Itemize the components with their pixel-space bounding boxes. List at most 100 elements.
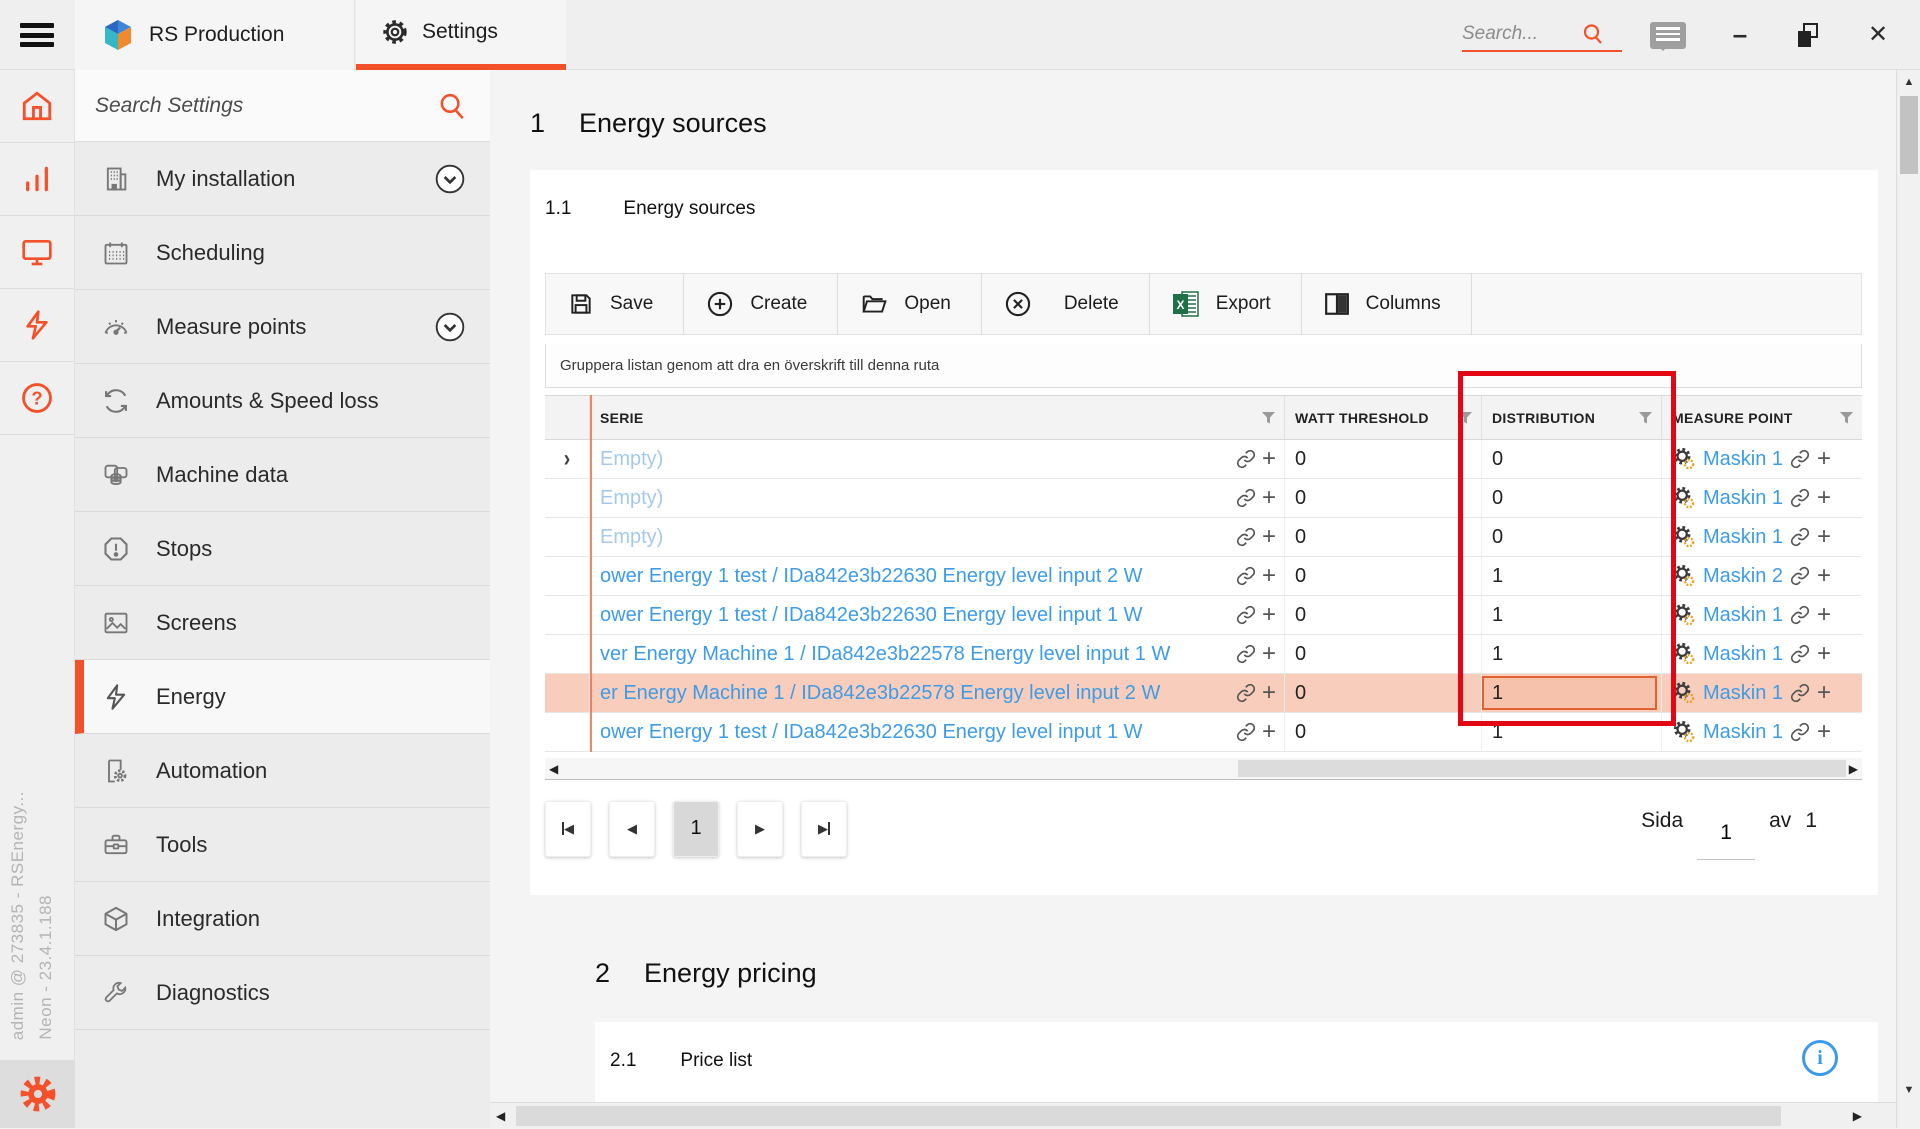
next-page-button[interactable]: ▶ (737, 801, 783, 857)
table-row[interactable]: ower Energy 1 test / IDa842e3b22630 Ener… (545, 713, 1862, 752)
table-row[interactable]: Empty) + 0 0 Maskin 1 + (545, 479, 1862, 518)
measure-point-cell[interactable]: Maskin 2 + (1662, 557, 1862, 595)
watt-cell[interactable]: 0 (1285, 635, 1482, 673)
columns-button[interactable]: Columns (1302, 274, 1472, 334)
add-icon[interactable]: + (1817, 681, 1831, 705)
measure-point-cell[interactable]: Maskin 1 + (1662, 479, 1862, 517)
scroll-right-icon[interactable]: ▶ (1853, 1103, 1862, 1129)
page-horizontal-scrollbar[interactable]: ◀ ▶ (490, 1102, 1896, 1128)
scroll-down-icon[interactable]: ▼ (1897, 1084, 1920, 1096)
add-icon[interactable]: + (1817, 564, 1831, 588)
filter-icon[interactable] (1261, 411, 1276, 425)
add-icon[interactable]: + (1817, 525, 1831, 549)
sidebar-search-icon[interactable] (438, 92, 466, 120)
sidebar-item-diagnostics[interactable]: Diagnostics (75, 956, 490, 1030)
page-number-input[interactable] (1697, 821, 1755, 860)
measure-point-cell[interactable]: Maskin 1 + (1662, 596, 1862, 634)
sidebar-item-scheduling[interactable]: Scheduling (75, 216, 490, 290)
chevron-down-icon[interactable] (434, 163, 466, 195)
link-icon[interactable] (1236, 566, 1256, 586)
machine-settings-icon[interactable] (1672, 564, 1696, 588)
measure-point-link[interactable]: Maskin 1 (1703, 526, 1783, 549)
distribution-cell[interactable]: 1 (1482, 557, 1662, 595)
add-icon[interactable]: + (1817, 642, 1831, 666)
serie-link[interactable]: ower Energy 1 test / IDa842e3b22630 Ener… (600, 604, 1143, 627)
add-icon[interactable]: + (1262, 564, 1276, 588)
minimize-button[interactable]: – (1718, 14, 1762, 54)
machine-settings-icon[interactable] (1672, 681, 1696, 705)
measure-point-cell[interactable]: Maskin 1 + (1662, 713, 1862, 751)
row-expander[interactable] (545, 518, 590, 556)
link-icon[interactable] (1790, 722, 1810, 742)
sidebar-search-input[interactable] (95, 94, 438, 118)
link-icon[interactable] (1236, 488, 1256, 508)
restore-window-button[interactable] (1786, 14, 1830, 54)
row-expander[interactable] (545, 479, 590, 517)
measure-point-link[interactable]: Maskin 1 (1703, 643, 1783, 666)
machine-settings-icon[interactable] (1672, 525, 1696, 549)
scroll-right-icon[interactable]: ▶ (1849, 758, 1858, 780)
row-expander[interactable] (545, 596, 590, 634)
row-expander[interactable] (545, 557, 590, 595)
row-expander[interactable]: › (545, 440, 590, 478)
energy-bolt-icon[interactable] (0, 289, 74, 362)
serie-link[interactable]: ower Energy 1 test / IDa842e3b22630 Ener… (600, 565, 1143, 588)
global-search-input[interactable] (1462, 23, 1582, 45)
link-icon[interactable] (1790, 566, 1810, 586)
watt-cell[interactable]: 0 (1285, 518, 1482, 556)
watt-cell[interactable]: 0 (1285, 674, 1482, 712)
serie-link[interactable]: Empty) (600, 487, 663, 510)
column-header-distribution[interactable]: DISTRIBUTION (1482, 396, 1662, 439)
sidebar-item-tools[interactable]: Tools (75, 808, 490, 882)
add-icon[interactable]: + (1817, 447, 1831, 471)
prev-page-button[interactable]: ◀ (609, 801, 655, 857)
add-icon[interactable]: + (1817, 603, 1831, 627)
watt-cell[interactable]: 0 (1285, 713, 1482, 751)
link-icon[interactable] (1790, 644, 1810, 664)
add-icon[interactable]: + (1262, 720, 1276, 744)
search-icon[interactable] (1582, 23, 1604, 45)
link-icon[interactable] (1236, 605, 1256, 625)
table-row[interactable]: ower Energy 1 test / IDa842e3b22630 Ener… (545, 557, 1862, 596)
row-expander[interactable] (545, 635, 590, 673)
link-icon[interactable] (1236, 683, 1256, 703)
serie-link[interactable]: er Energy Machine 1 / IDa842e3b22578 Ene… (600, 682, 1160, 705)
measure-point-link[interactable]: Maskin 1 (1703, 721, 1783, 744)
watt-cell[interactable]: 0 (1285, 596, 1482, 634)
scrollbar-thumb[interactable] (516, 1106, 1781, 1126)
measure-point-cell[interactable]: Maskin 1 + (1662, 674, 1862, 712)
feedback-chat-icon[interactable] (1650, 22, 1686, 49)
add-icon[interactable]: + (1817, 720, 1831, 744)
hamburger-menu-icon[interactable] (20, 23, 54, 47)
distribution-cell-editing[interactable]: 1 (1482, 674, 1662, 712)
sidebar-item-automation[interactable]: Automation (75, 734, 490, 808)
tab-rs-production[interactable]: RS Production (75, 0, 355, 70)
tab-settings[interactable]: Settings (356, 0, 566, 70)
delete-button[interactable]: Delete (982, 274, 1150, 334)
sidebar-item-machine-data[interactable]: Machine data (75, 438, 490, 512)
scrollbar-thumb[interactable] (1238, 760, 1846, 777)
serie-link[interactable]: ver Energy Machine 1 / IDa842e3b22578 En… (600, 643, 1170, 666)
table-row[interactable]: ver Energy Machine 1 / IDa842e3b22578 En… (545, 635, 1862, 674)
measure-point-cell[interactable]: Maskin 1 + (1662, 518, 1862, 556)
link-icon[interactable] (1236, 722, 1256, 742)
machine-settings-icon[interactable] (1672, 486, 1696, 510)
screens-monitor-icon[interactable] (0, 216, 74, 289)
statistics-icon[interactable] (0, 143, 74, 216)
scroll-left-icon[interactable]: ◀ (496, 1103, 505, 1129)
watt-cell[interactable]: 0 (1285, 557, 1482, 595)
serie-link[interactable]: Empty) (600, 526, 663, 549)
machine-settings-icon[interactable] (1672, 447, 1696, 471)
column-header-measure-point[interactable]: MEASURE POINT (1662, 396, 1862, 439)
group-by-dropzone[interactable]: Gruppera listan genom att dra en överskr… (545, 344, 1862, 388)
measure-point-link[interactable]: Maskin 1 (1703, 448, 1783, 471)
page-vertical-scrollbar[interactable]: ▲ ▼ (1896, 70, 1920, 1128)
machine-settings-icon[interactable] (1672, 720, 1696, 744)
scrollbar-thumb[interactable] (1900, 96, 1918, 174)
filter-icon[interactable] (1458, 411, 1473, 425)
distribution-cell[interactable]: 1 (1482, 635, 1662, 673)
column-header-serie[interactable]: SERIE (590, 396, 1285, 439)
measure-point-link[interactable]: Maskin 1 (1703, 487, 1783, 510)
watt-cell[interactable]: 0 (1285, 440, 1482, 478)
watt-cell[interactable]: 0 (1285, 479, 1482, 517)
